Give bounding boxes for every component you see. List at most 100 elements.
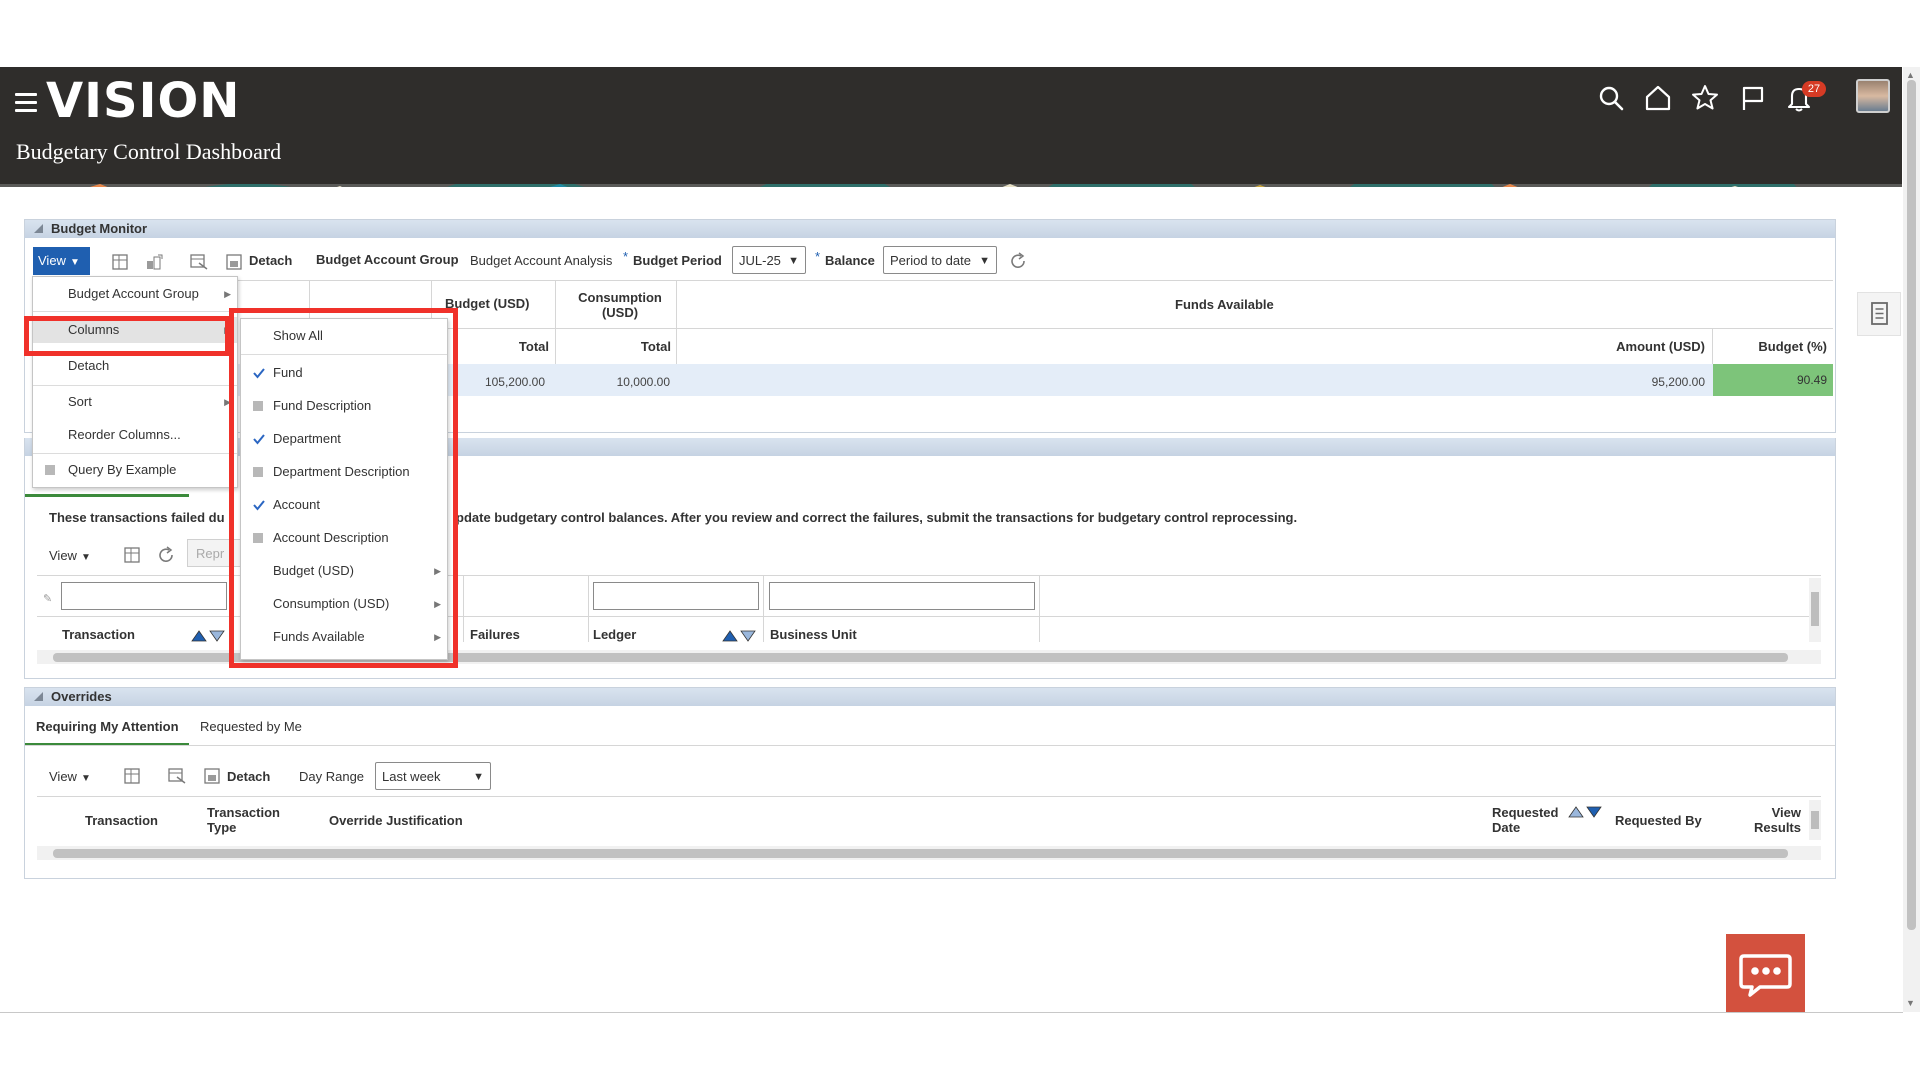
- menu-item-label: Detach: [68, 358, 110, 373]
- day-range-select[interactable]: Last week ▼: [375, 762, 491, 790]
- budget-period-select[interactable]: JUL-25 ▼: [732, 246, 806, 274]
- freeze-columns-icon[interactable]: [123, 767, 143, 785]
- submenu-arrow-icon: ▶: [224, 289, 231, 299]
- side-panel-toggle[interactable]: [1857, 292, 1901, 336]
- columns-submenu-highlight-frame: [229, 308, 458, 668]
- export-icon[interactable]: [167, 767, 187, 785]
- user-avatar[interactable]: [1856, 79, 1890, 113]
- detach-button[interactable]: Detach: [249, 253, 292, 268]
- notifications-bell-icon[interactable]: 27: [1782, 81, 1826, 115]
- transaction-filter-input[interactable]: [61, 582, 227, 610]
- page-scroll-thumb[interactable]: [1907, 80, 1916, 930]
- failures-message-left: These transactions failed du: [49, 510, 225, 525]
- brand-logo: VISION: [46, 73, 241, 129]
- column-header-view-results[interactable]: View Results: [1731, 805, 1801, 835]
- budget-account-analysis-link[interactable]: Budget Account Analysis: [470, 253, 612, 268]
- column-header-consumption-total[interactable]: Total: [615, 339, 671, 354]
- pencil-icon: ✎: [43, 593, 53, 605]
- budget-monitor-title: Budget Monitor: [51, 221, 148, 236]
- menu-separator: [33, 453, 237, 454]
- page-title: Budgetary Control Dashboard: [16, 139, 282, 164]
- scroll-up-arrow-icon[interactable]: ▲: [1906, 70, 1915, 80]
- budget-account-group-link[interactable]: Budget Account Group: [316, 252, 459, 267]
- cell-budget-percent: 90.49: [1713, 364, 1833, 396]
- search-icon[interactable]: [1594, 81, 1628, 115]
- tab-underline: [25, 494, 189, 497]
- column-header-consumption-usd[interactable]: Consumption (USD): [570, 290, 670, 320]
- header-decorative-band: [0, 183, 1902, 187]
- flag-icon[interactable]: [1735, 81, 1769, 115]
- column-header-failures[interactable]: Failures: [470, 627, 520, 642]
- cell-budget-total: 105,200.00: [484, 375, 545, 389]
- column-header-transaction[interactable]: Transaction: [62, 627, 135, 642]
- column-header-transaction[interactable]: Transaction: [85, 813, 158, 828]
- cell-funds-amount: 95,200.00: [1651, 375, 1705, 389]
- overrides-header[interactable]: Overrides: [25, 688, 1835, 706]
- sort-arrows-icon[interactable]: [191, 629, 227, 643]
- collapse-triangle-icon[interactable]: [34, 692, 43, 701]
- column-header-budget-usd[interactable]: Budget (USD): [445, 296, 565, 311]
- header-row-divider: [431, 328, 1833, 329]
- sort-arrows-icon[interactable]: [722, 629, 758, 643]
- day-range-label: Day Range: [299, 769, 365, 784]
- column-header-business-unit[interactable]: Business Unit: [770, 627, 857, 642]
- column-header-amount-usd[interactable]: Amount (USD): [1585, 339, 1705, 354]
- column-header-funds-available[interactable]: Funds Available: [1175, 297, 1375, 312]
- column-header-budget-percent[interactable]: Budget (%): [1715, 339, 1827, 354]
- detach-icon[interactable]: [225, 253, 245, 271]
- favorites-star-icon[interactable]: [1688, 81, 1722, 115]
- menu-item-query-by-example[interactable]: Query By Example: [33, 457, 237, 483]
- table-vertical-scrollbar[interactable]: [1809, 800, 1821, 840]
- unchecked-box-icon: [45, 465, 55, 475]
- column-header-budget-total[interactable]: Total: [495, 339, 549, 354]
- menu-item-budget-account-group[interactable]: Budget Account Group ▶: [33, 281, 237, 307]
- menu-item-sort[interactable]: Sort ▶: [33, 389, 237, 415]
- column-header-override-justification[interactable]: Override Justification: [329, 813, 463, 828]
- refresh-icon[interactable]: [157, 546, 177, 564]
- view-dropdown-menu: Budget Account Group ▶ Columns ▶ Detach So…: [32, 276, 238, 488]
- column-header-ledger[interactable]: Ledger: [593, 627, 636, 642]
- menu-item-label: Sort: [68, 394, 92, 409]
- chevron-down-icon: ▼: [788, 255, 799, 267]
- freeze-columns-icon[interactable]: [123, 546, 143, 564]
- overrides-panel: Overrides Requiring My Attention Request…: [24, 687, 1836, 879]
- freeze-columns-icon[interactable]: [111, 253, 131, 271]
- chevron-down-icon: ▼: [80, 773, 91, 784]
- overrides-title: Overrides: [51, 689, 112, 704]
- hamburger-menu-icon[interactable]: [15, 93, 37, 113]
- wrap-columns-icon[interactable]: [145, 253, 165, 271]
- menu-item-label: Reorder Columns...: [68, 427, 181, 442]
- reprocess-label: Repr: [196, 546, 225, 561]
- failures-view-menu[interactable]: View ▼: [49, 548, 91, 563]
- column-header-requested-by[interactable]: Requested By: [1615, 813, 1702, 828]
- overrides-view-menu[interactable]: View ▼: [49, 769, 91, 784]
- horizontal-scroll-thumb[interactable]: [53, 849, 1788, 858]
- column-divider: [763, 576, 764, 642]
- tab-requested-by-me[interactable]: Requested by Me: [200, 719, 302, 734]
- ledger-filter-input[interactable]: [593, 582, 759, 610]
- chat-button[interactable]: [1726, 934, 1805, 1012]
- table-vertical-scrollbar[interactable]: [1809, 578, 1821, 642]
- refresh-icon[interactable]: [1009, 252, 1029, 270]
- export-icon[interactable]: [189, 253, 209, 271]
- sort-arrows-icon[interactable]: [1568, 805, 1604, 819]
- column-header-requested-date[interactable]: Requested Date: [1492, 805, 1572, 835]
- day-range-value: Last week: [382, 769, 441, 784]
- detach-icon[interactable]: [203, 767, 223, 785]
- scroll-down-arrow-icon[interactable]: ▼: [1906, 998, 1915, 1008]
- chevron-down-icon: ▼: [979, 255, 990, 267]
- table-horizontal-scrollbar[interactable]: [37, 846, 1821, 860]
- view-menu-button[interactable]: View ▼: [33, 247, 90, 275]
- collapse-triangle-icon[interactable]: [34, 224, 43, 233]
- menu-item-detach[interactable]: Detach: [33, 353, 237, 379]
- column-header-transaction-type[interactable]: Transaction Type: [207, 805, 297, 835]
- menu-item-reorder-columns[interactable]: Reorder Columns...: [33, 422, 237, 448]
- balance-value: Period to date: [890, 253, 971, 268]
- home-icon[interactable]: [1641, 81, 1675, 115]
- business-unit-filter-input[interactable]: [769, 582, 1035, 610]
- balance-select[interactable]: Period to date ▼: [883, 246, 997, 274]
- budget-monitor-header[interactable]: Budget Monitor: [25, 220, 1835, 238]
- tab-requiring-my-attention[interactable]: Requiring My Attention: [36, 719, 179, 734]
- table-top-border: [37, 796, 1821, 797]
- detach-button[interactable]: Detach: [227, 769, 270, 784]
